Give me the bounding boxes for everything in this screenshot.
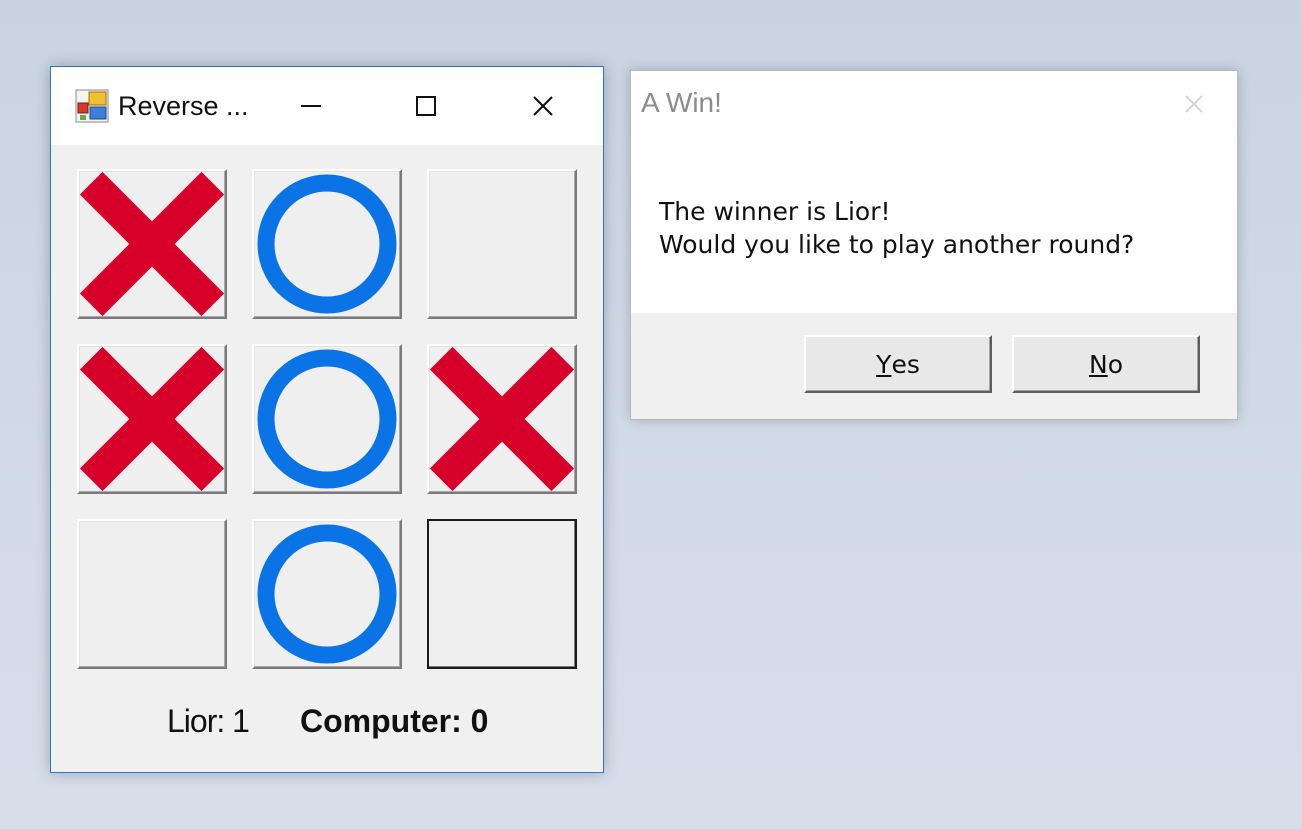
dialog-message-line-2: Would you like to play another round? — [659, 230, 1135, 259]
close-button[interactable] — [513, 81, 573, 131]
yes-button[interactable]: Yes — [804, 335, 992, 393]
dialog-button-bar: Yes No — [631, 313, 1237, 419]
game-board — [51, 145, 603, 705]
board-cell-4[interactable] — [77, 344, 227, 494]
score-bar: Lior: 1 Computer: 0 — [51, 703, 603, 743]
window-title: Reverse ... — [118, 91, 249, 121]
title-bar[interactable]: Reverse ... — [51, 67, 603, 145]
yes-button-accesskey: Y — [876, 349, 892, 379]
board-cell-9[interactable] — [427, 519, 577, 669]
maximize-icon — [416, 96, 436, 116]
no-button-label: o — [1107, 349, 1123, 379]
close-icon — [1185, 95, 1203, 113]
dialog-close-button[interactable] — [1179, 89, 1209, 119]
computer-score: Computer: 0 — [300, 703, 489, 739]
board-cell-2[interactable] — [252, 169, 402, 319]
x-mark-icon — [429, 346, 575, 492]
board-cell-8[interactable] — [252, 519, 402, 669]
o-mark-icon — [257, 524, 397, 664]
board-cell-1[interactable] — [77, 169, 227, 319]
board-cell-6[interactable] — [427, 344, 577, 494]
yes-button-label: es — [891, 349, 920, 379]
dialog-message-line-1: The winner is Lior! — [659, 197, 891, 226]
x-mark-icon — [79, 346, 225, 492]
win-dialog: A Win! The winner is Lior! Would you lik… — [630, 70, 1238, 420]
game-window: Reverse ... Lior: 1 Computer: 0 — [50, 66, 604, 773]
dialog-title: A Win! — [641, 87, 722, 118]
dialog-message: The winner is Lior! Would you like to pl… — [659, 195, 1134, 261]
player-score: Lior: 1 — [167, 703, 250, 739]
no-button-accesskey: N — [1089, 349, 1108, 379]
x-mark-icon — [79, 171, 225, 317]
no-button[interactable]: No — [1012, 335, 1200, 393]
maximize-button[interactable] — [396, 81, 456, 131]
board-cell-3[interactable] — [427, 169, 577, 319]
board-cell-5[interactable] — [252, 344, 402, 494]
close-icon — [533, 96, 553, 116]
minimize-icon — [301, 105, 321, 107]
minimize-button[interactable] — [281, 81, 341, 131]
board-cell-7[interactable] — [77, 519, 227, 669]
app-icon — [75, 89, 109, 123]
o-mark-icon — [257, 174, 397, 314]
o-mark-icon — [257, 349, 397, 489]
